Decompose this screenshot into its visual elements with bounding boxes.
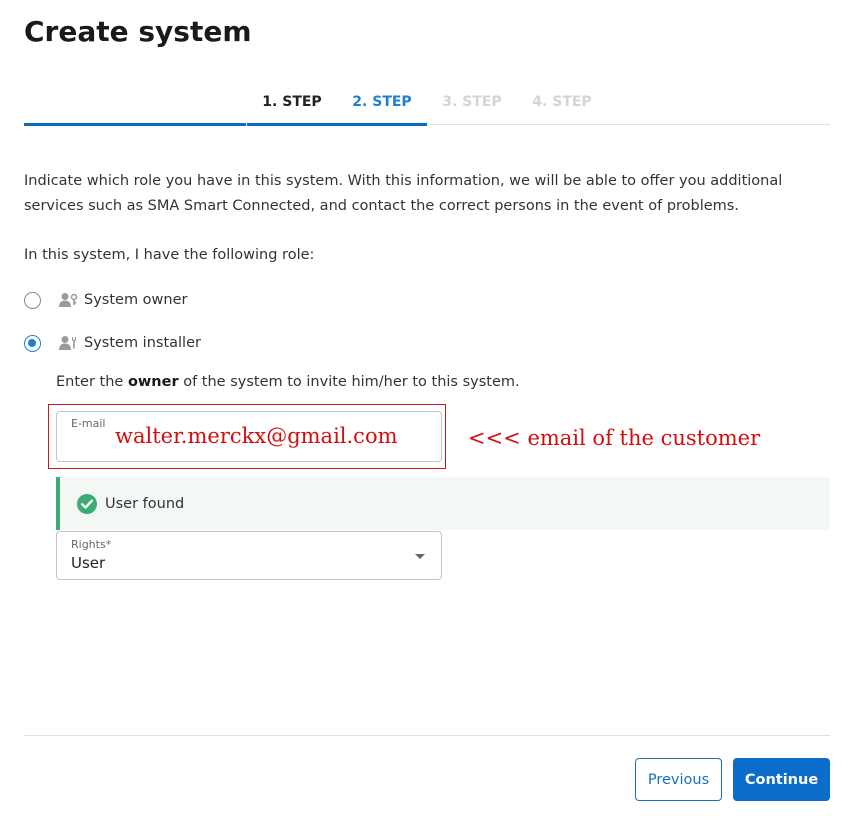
chevron-down-icon[interactable] xyxy=(415,554,425,559)
step-3: 3. STEP xyxy=(442,94,502,110)
footer-divider xyxy=(24,735,830,736)
stepper-progress-line xyxy=(24,123,246,126)
alert-text: User found xyxy=(105,495,185,512)
step-1[interactable]: 1. STEP xyxy=(247,88,337,126)
page-title: Create system xyxy=(24,15,252,48)
system-owner-radio[interactable] xyxy=(24,291,41,309)
system-installer-radio[interactable] xyxy=(24,334,41,352)
stepper: 1. STEP 2. STEP 3. STEP 4. STEP xyxy=(24,88,830,126)
step-4: 4. STEP xyxy=(532,94,592,110)
intro-text: Indicate which role you have in this sys… xyxy=(24,173,783,214)
invite-prefix: Enter the xyxy=(56,374,128,390)
rights-select-value: User xyxy=(71,554,106,572)
rights-select-label: Rights* xyxy=(71,538,112,551)
role-question: In this system, I have the following rol… xyxy=(24,247,315,263)
email-field[interactable]: E-mail walter.merckx@gmail.com xyxy=(56,411,442,462)
continue-button[interactable]: Continue xyxy=(733,758,830,801)
user-found-alert: User found xyxy=(56,477,830,530)
system-installer-label: System installer xyxy=(84,335,201,351)
invite-bold-word: owner xyxy=(127,374,179,390)
check-circle-icon xyxy=(77,493,97,514)
invite-instructions: Enter the owner of the system to invite … xyxy=(56,374,520,390)
email-annotation: <<< email of the customer xyxy=(468,426,761,450)
user-key-icon xyxy=(59,293,78,307)
step-2[interactable]: 2. STEP xyxy=(337,88,427,126)
role-option-system-installer[interactable]: System installer xyxy=(24,331,201,355)
email-field-label: E-mail xyxy=(71,417,106,430)
rights-select[interactable]: Rights* User xyxy=(56,531,442,580)
previous-button[interactable]: Previous xyxy=(635,758,722,801)
system-owner-label: System owner xyxy=(84,292,188,308)
email-field-value[interactable]: walter.merckx@gmail.com xyxy=(115,424,398,448)
user-wrench-icon xyxy=(59,336,76,350)
invite-suffix: of the system to invite him/her to this … xyxy=(178,374,520,390)
role-option-system-owner[interactable]: System owner xyxy=(24,288,187,312)
